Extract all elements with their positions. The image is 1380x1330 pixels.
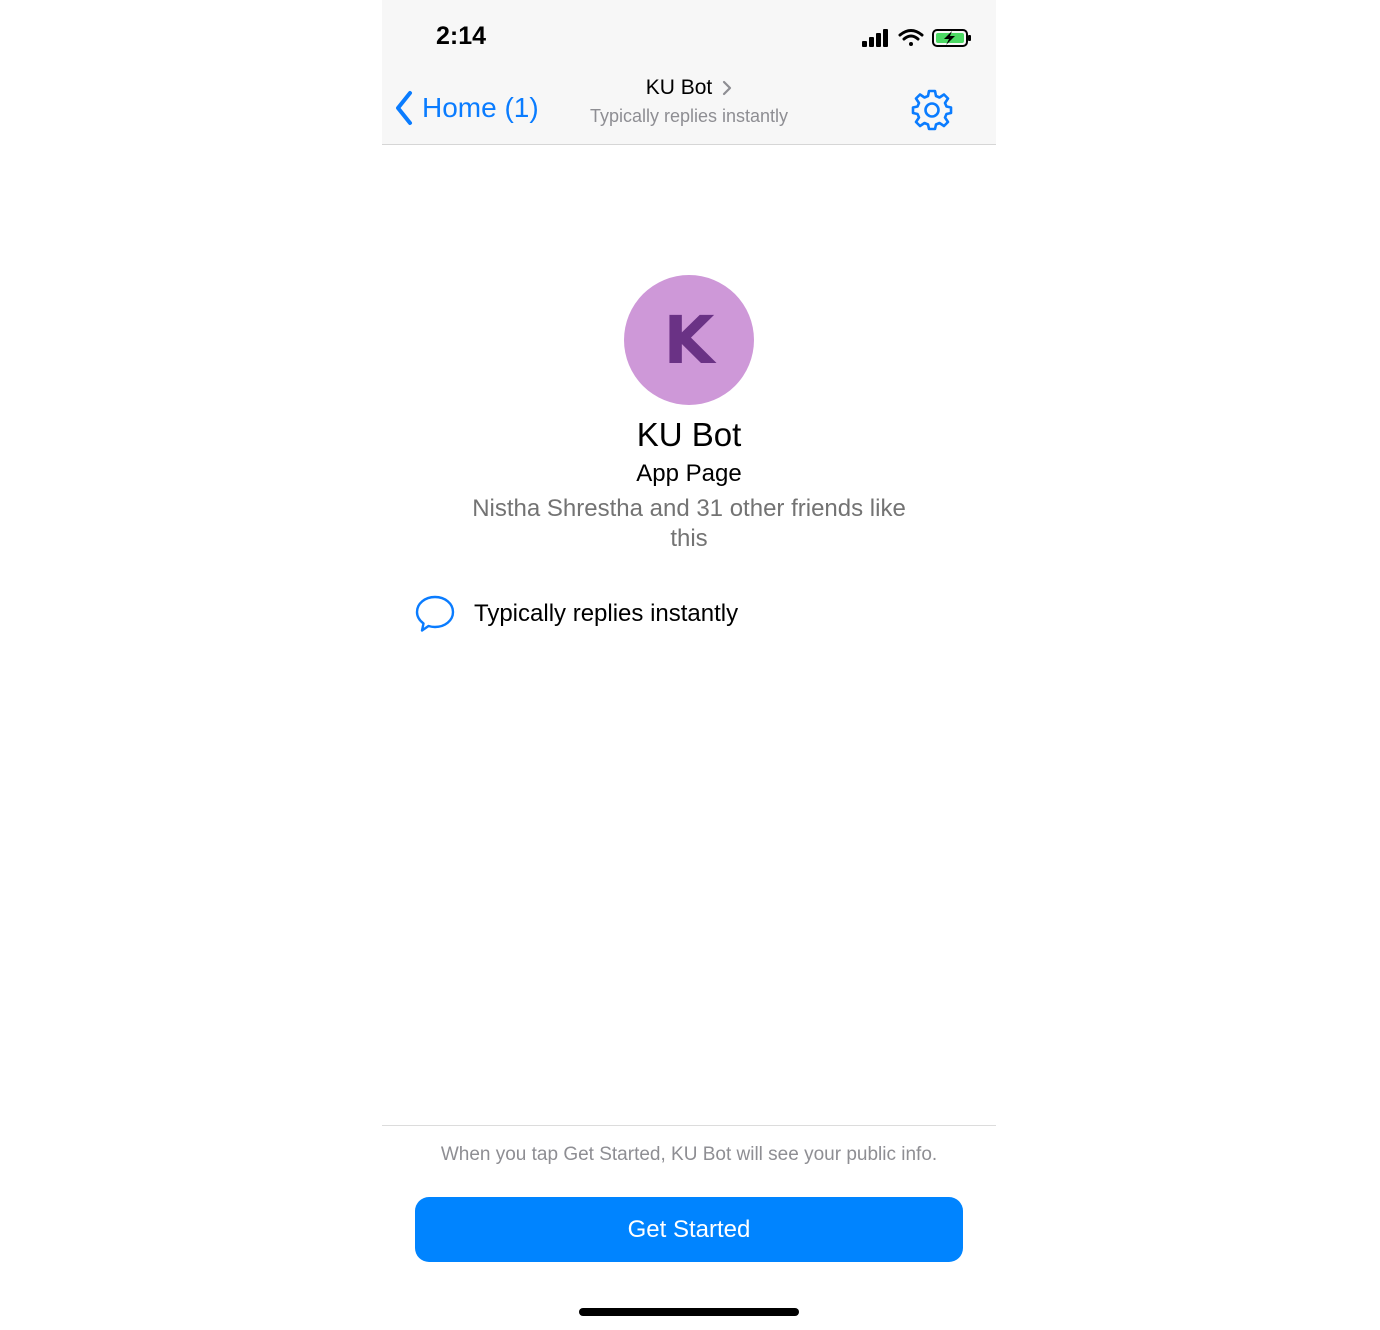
profile-name: KU Bot bbox=[636, 416, 742, 453]
get-started-button[interactable]: Get Started bbox=[415, 1197, 963, 1262]
profile-likes: Nistha Shrestha and 31 other friends lik… bbox=[472, 495, 906, 552]
reply-info-text: Typically replies instantly bbox=[474, 600, 739, 627]
back-button[interactable]: Home (1) bbox=[394, 86, 539, 130]
conversation-subtitle: Typically replies instantly bbox=[589, 106, 789, 126]
messenger-screen: 2:14 Home (1) KU Bot Typically replies i… bbox=[382, 0, 996, 1330]
top-bar: 2:14 Home (1) KU Bot Typically replies i… bbox=[382, 0, 996, 145]
profile-category: App Page bbox=[636, 460, 742, 487]
wifi-icon bbox=[898, 29, 924, 46]
status-icons bbox=[862, 29, 971, 47]
home-indicator bbox=[579, 1308, 799, 1316]
battery-charging-icon bbox=[932, 29, 971, 47]
avatar: K bbox=[624, 275, 754, 405]
back-button-label: Home (1) bbox=[422, 92, 539, 123]
reply-info-row: Typically replies instantly bbox=[414, 592, 974, 636]
privacy-note: When you tap Get Started, KU Bot will se… bbox=[440, 1144, 938, 1165]
chevron-right-icon bbox=[723, 80, 732, 96]
conversation-title-text: KU Bot bbox=[645, 76, 713, 99]
conversation-title: KU Bot bbox=[646, 76, 733, 100]
gear-icon[interactable] bbox=[910, 87, 954, 131]
chevron-left-icon bbox=[396, 91, 412, 125]
footer-divider bbox=[382, 1125, 996, 1126]
cellular-signal-icon bbox=[862, 29, 888, 47]
chat-bubble-icon bbox=[415, 595, 455, 632]
avatar-letter: K bbox=[663, 301, 715, 379]
conversation-header[interactable]: KU Bot Typically replies instantly bbox=[532, 76, 846, 127]
status-time: 2:14 bbox=[436, 22, 487, 50]
